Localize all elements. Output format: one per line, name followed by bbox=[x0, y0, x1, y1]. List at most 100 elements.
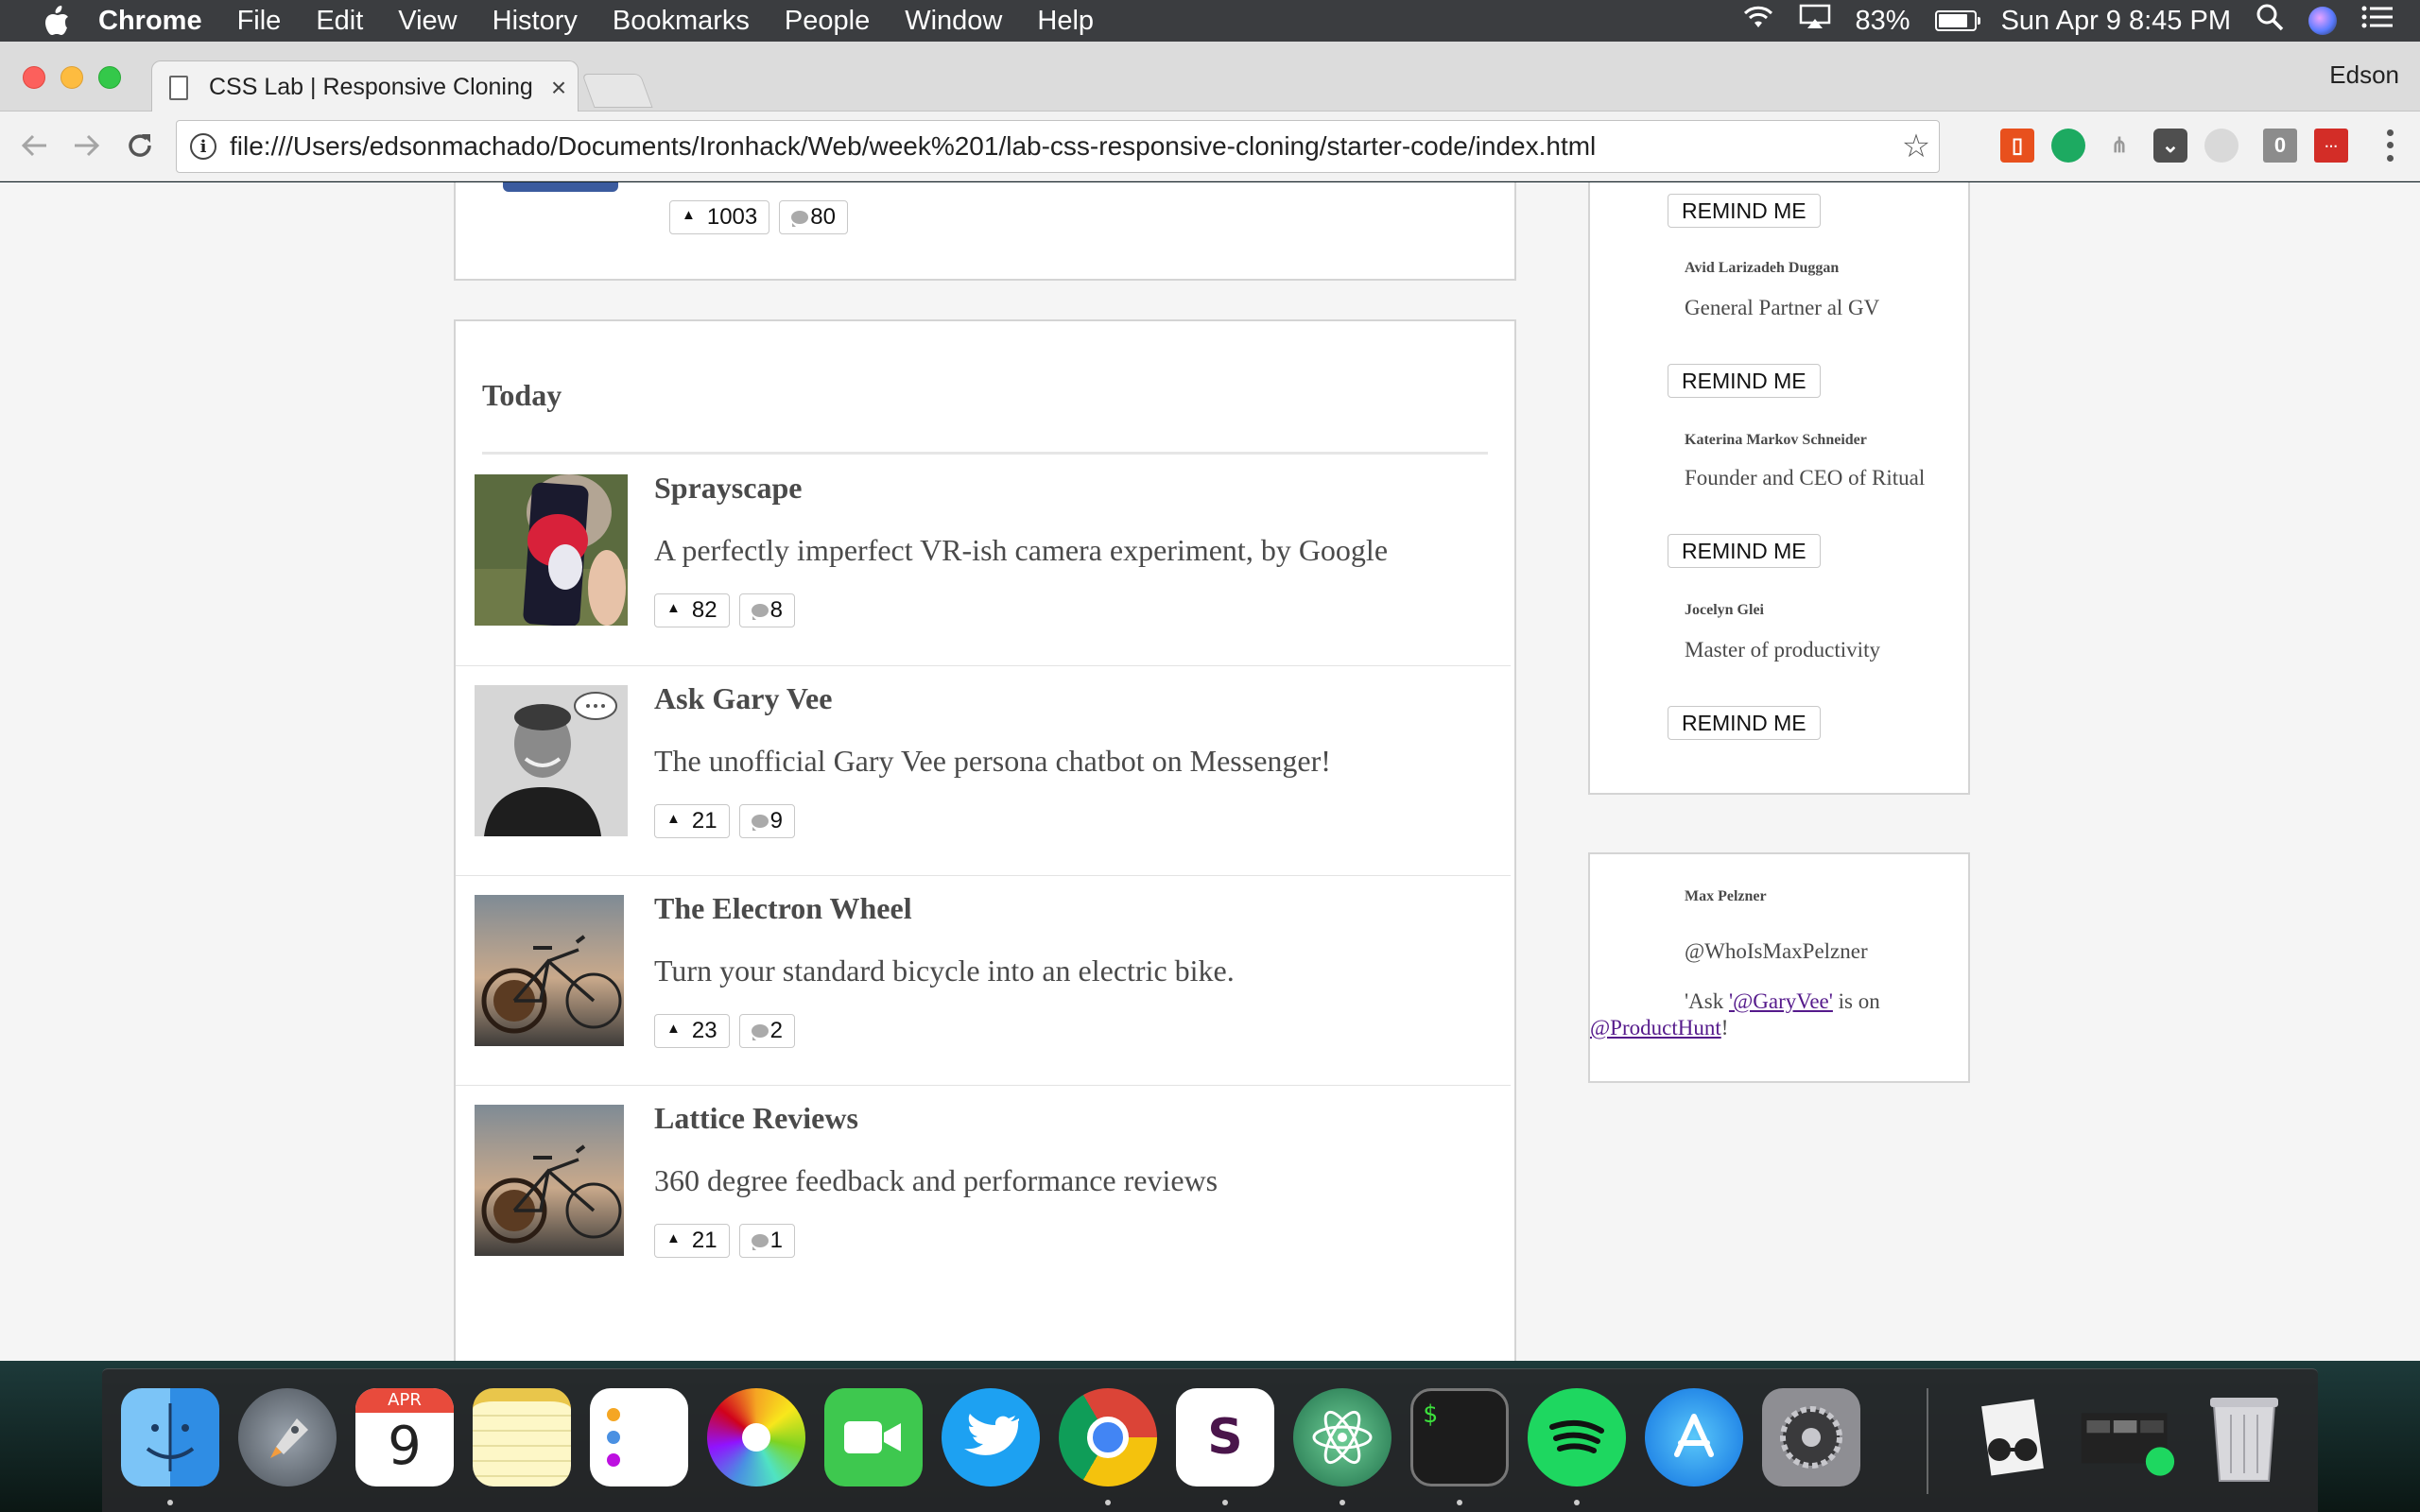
upvote-button[interactable]: ▲ 82 bbox=[654, 593, 730, 627]
comment-icon bbox=[751, 1024, 769, 1040]
upvote-button[interactable]: ▲ 21 bbox=[654, 804, 730, 838]
chrome-icon[interactable] bbox=[1059, 1388, 1157, 1486]
reminders-icon[interactable] bbox=[590, 1388, 688, 1486]
window-close-button[interactable] bbox=[23, 66, 45, 89]
post-item[interactable]: Lattice Reviews 360 degree feedback and … bbox=[456, 1085, 1511, 1295]
page-viewport[interactable]: ▲ 1003 80 Today Sprayscape A perfectly i… bbox=[0, 182, 2420, 1361]
tab-css-lab[interactable]: CSS Lab | Responsive Cloning × bbox=[151, 60, 579, 113]
clock[interactable]: Sun Apr 9 8:45 PM bbox=[2001, 6, 2231, 37]
battery-icon[interactable] bbox=[1934, 10, 1980, 31]
forward-button[interactable] bbox=[66, 125, 108, 166]
wifi-icon[interactable] bbox=[1742, 5, 1774, 37]
post-thumbnail-electron-wheel bbox=[475, 895, 628, 1046]
tweet-card: Max Pelzner @WhoIsMaxPelzner 'Ask '@Gary… bbox=[1588, 852, 1970, 1083]
ghostery-icon[interactable] bbox=[2204, 129, 2238, 163]
office-icon[interactable]: ▯ bbox=[2000, 129, 2034, 163]
sitemap-icon[interactable]: ⋔ bbox=[2102, 129, 2136, 163]
site-info-icon[interactable]: i bbox=[190, 133, 216, 160]
preview-icon[interactable] bbox=[1961, 1388, 2059, 1486]
profile-button[interactable]: Edson bbox=[2329, 60, 2399, 90]
screenshot-stack-icon[interactable] bbox=[2078, 1388, 2176, 1486]
airplay-icon[interactable] bbox=[1799, 4, 1831, 38]
siri-icon[interactable] bbox=[2308, 7, 2337, 35]
post-title[interactable]: The Electron Wheel bbox=[654, 891, 912, 926]
notification-center-icon[interactable] bbox=[2361, 5, 2394, 37]
address-bar[interactable]: i file:///Users/edsonmachado/Documents/I… bbox=[176, 120, 1940, 173]
trash-icon[interactable] bbox=[2195, 1388, 2293, 1486]
mention-producthunt-link[interactable]: @ProductHunt bbox=[1590, 1016, 1721, 1040]
apple-menu-icon[interactable] bbox=[36, 0, 78, 42]
reload-button[interactable] bbox=[119, 125, 161, 166]
post-item[interactable]: Ask Gary Vee The unofficial Gary Vee per… bbox=[456, 665, 1511, 875]
comments-button[interactable]: 1 bbox=[738, 1224, 795, 1258]
section-heading: Today bbox=[482, 378, 562, 412]
comments-button[interactable]: 2 bbox=[738, 1014, 795, 1048]
menu-history[interactable]: History bbox=[493, 6, 578, 37]
system-preferences-icon[interactable] bbox=[1762, 1388, 1860, 1486]
dock: APR 9 S $ bbox=[102, 1368, 2318, 1512]
launchpad-icon[interactable] bbox=[238, 1388, 337, 1486]
menu-bookmarks[interactable]: Bookmarks bbox=[613, 6, 750, 37]
remind-me-button[interactable]: REMIND ME bbox=[1668, 364, 1821, 398]
post-title[interactable]: Lattice Reviews bbox=[654, 1101, 858, 1136]
terminal-icon[interactable]: $ bbox=[1410, 1388, 1509, 1486]
pocket-icon[interactable]: ⌄ bbox=[2153, 129, 2187, 163]
speaker-name: Katerina Markov Schneider bbox=[1685, 432, 1867, 448]
window-minimize-button[interactable] bbox=[60, 66, 83, 89]
post-item[interactable]: Sprayscape A perfectly imperfect VR-ish … bbox=[456, 455, 1511, 665]
menu-people[interactable]: People bbox=[785, 6, 870, 37]
remind-me-button[interactable]: REMIND ME bbox=[1668, 706, 1821, 740]
zero-icon[interactable]: 0 bbox=[2263, 129, 2297, 163]
upvote-button[interactable]: ▲ 21 bbox=[654, 1224, 730, 1258]
spotlight-search-icon[interactable] bbox=[2256, 3, 2284, 39]
hangouts-icon[interactable] bbox=[2051, 129, 2085, 163]
menu-app-name[interactable]: Chrome bbox=[98, 6, 202, 37]
photos-icon[interactable] bbox=[707, 1388, 805, 1486]
tweet-text-prefix: 'Ask bbox=[1685, 989, 1729, 1013]
notes-icon[interactable] bbox=[473, 1388, 571, 1486]
comments-button[interactable]: 80 bbox=[779, 200, 848, 234]
running-indicator bbox=[1222, 1500, 1228, 1505]
new-tab-button[interactable] bbox=[581, 74, 653, 108]
facetime-icon[interactable] bbox=[824, 1388, 923, 1486]
calendar-icon[interactable]: APR 9 bbox=[355, 1388, 454, 1486]
upvote-button[interactable]: ▲ 1003 bbox=[669, 200, 770, 234]
window-zoom-button[interactable] bbox=[98, 66, 121, 89]
twitter-icon[interactable] bbox=[942, 1388, 1040, 1486]
menu-view[interactable]: View bbox=[398, 6, 457, 37]
back-button[interactable] bbox=[13, 125, 55, 166]
running-indicator bbox=[1340, 1500, 1345, 1505]
menu-window[interactable]: Window bbox=[905, 6, 1002, 37]
bookmark-star-icon[interactable]: ☆ bbox=[1893, 128, 1939, 165]
app-store-icon[interactable] bbox=[1645, 1388, 1743, 1486]
chrome-menu-icon[interactable] bbox=[2373, 127, 2407, 164]
atom-icon[interactable] bbox=[1293, 1388, 1392, 1486]
mention-garyvee-link[interactable]: '@GaryVee' bbox=[1729, 989, 1833, 1013]
comment-icon bbox=[791, 211, 809, 227]
remind-me-button[interactable]: REMIND ME bbox=[1668, 194, 1821, 228]
post-title[interactable]: Ask Gary Vee bbox=[654, 681, 832, 716]
post-tagline: Turn your standard bicycle into an elect… bbox=[654, 954, 1235, 988]
menu-edit[interactable]: Edit bbox=[316, 6, 363, 37]
calendar-day: 9 bbox=[388, 1416, 422, 1477]
comments-button[interactable]: 9 bbox=[738, 804, 795, 838]
comment-count: 9 bbox=[769, 808, 783, 833]
finder-icon[interactable] bbox=[121, 1388, 219, 1486]
spotify-icon[interactable] bbox=[1528, 1388, 1626, 1486]
tab-close-button[interactable]: × bbox=[540, 73, 578, 103]
upvote-button[interactable]: ▲ 23 bbox=[654, 1014, 730, 1048]
previous-post-thumbnail bbox=[503, 182, 618, 192]
post-tagline: A perfectly imperfect VR-ish camera expe… bbox=[654, 533, 1389, 567]
slack-icon[interactable]: S bbox=[1176, 1388, 1274, 1486]
post-title[interactable]: Sprayscape bbox=[654, 471, 802, 506]
upvote-count: 23 bbox=[691, 1018, 717, 1043]
url-text[interactable]: file:///Users/edsonmachado/Documents/Iro… bbox=[230, 131, 1893, 162]
menu-file[interactable]: File bbox=[237, 6, 282, 37]
post-item[interactable]: The Electron Wheel Turn your standard bi… bbox=[456, 875, 1511, 1085]
lastpass-icon[interactable]: ⋯ bbox=[2314, 129, 2348, 163]
remind-me-button[interactable]: REMIND ME bbox=[1668, 534, 1821, 568]
dock-separator bbox=[1927, 1388, 1928, 1494]
comments-button[interactable]: 8 bbox=[738, 593, 795, 627]
menu-help[interactable]: Help bbox=[1037, 6, 1094, 37]
tweet-text-middle: is on bbox=[1832, 989, 1880, 1013]
